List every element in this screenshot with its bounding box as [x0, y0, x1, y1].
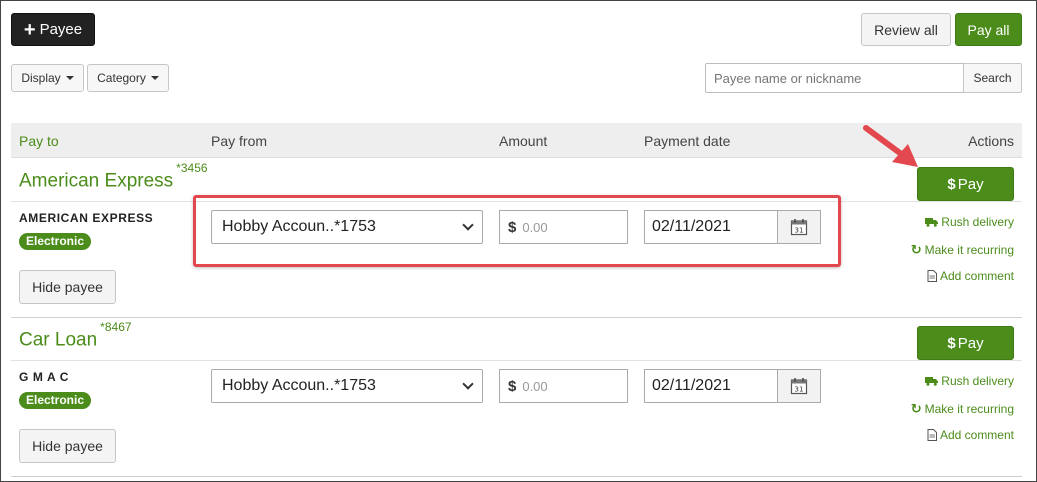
header-actions: Actions: [968, 133, 1014, 149]
rush-delivery-link[interactable]: Rush delivery: [925, 374, 1014, 388]
electronic-badge: Electronic: [19, 392, 92, 409]
add-comment-link[interactable]: Add comment: [927, 428, 1014, 442]
calendar-icon: 31: [790, 378, 808, 395]
account-suffix: *3456: [176, 161, 208, 175]
dollar-icon: $: [947, 334, 956, 352]
hide-payee-button[interactable]: Hide payee: [19, 270, 116, 304]
add-payee-label: Payee: [39, 21, 83, 38]
currency-symbol: $: [508, 377, 517, 395]
payment-date-input[interactable]: 02/11/2021: [644, 369, 778, 403]
payee-name-text: American Express: [19, 170, 174, 192]
pay-from-value: Hobby Accoun..*1753: [222, 377, 376, 394]
display-label: Display: [21, 71, 61, 85]
refresh-icon: ↻: [910, 242, 922, 257]
caret-down-icon: [65, 76, 74, 80]
calendar-button[interactable]: 31: [777, 369, 821, 403]
add-payee-button[interactable]: + Payee: [11, 13, 95, 46]
electronic-badge: Electronic: [19, 233, 92, 250]
header-pay-to: Pay to: [19, 133, 59, 149]
rush-delivery-link[interactable]: Rush delivery: [925, 215, 1014, 229]
add-comment-label: Add comment: [939, 428, 1014, 442]
account-suffix: *8467: [100, 320, 132, 334]
pay-all-label: Pay all: [967, 21, 1010, 38]
category-dropdown[interactable]: Category: [87, 64, 169, 92]
amount-input[interactable]: $ 0.00: [499, 369, 628, 403]
payee-company: G M A C: [19, 370, 69, 384]
display-dropdown[interactable]: Display: [11, 64, 84, 92]
header-pay-from: Pay from: [211, 133, 268, 149]
payee-name-text: Car Loan: [19, 329, 98, 351]
payee-name[interactable]: American Express*3456: [19, 161, 208, 192]
payee-company: AMERICAN EXPRESS: [19, 211, 154, 225]
truck-icon: [925, 377, 939, 386]
dollar-icon: $: [947, 175, 956, 193]
payee-name[interactable]: Car Loan*8467: [19, 320, 132, 351]
hide-payee-label: Hide payee: [32, 279, 103, 295]
svg-text:31: 31: [795, 386, 804, 394]
pay-label: Pay: [957, 334, 984, 352]
payee-separator: [11, 317, 1022, 318]
pay-label: Pay: [957, 175, 984, 193]
refresh-icon: ↻: [910, 401, 922, 416]
payment-date-value: 02/11/2021: [652, 377, 731, 394]
pay-button[interactable]: $ Pay: [917, 167, 1014, 201]
make-recurring-label: Make it recurring: [924, 243, 1014, 257]
review-all-button[interactable]: Review all: [861, 13, 951, 46]
pay-from-select[interactable]: Hobby Accoun..*1753: [211, 369, 483, 403]
add-comment-label: Add comment: [939, 269, 1014, 283]
amount-placeholder: 0.00: [522, 378, 548, 394]
plus-icon: +: [23, 18, 36, 41]
chevron-down-icon: [462, 378, 474, 390]
make-recurring-link[interactable]: ↻ Make it recurring: [911, 242, 1014, 258]
category-label: Category: [97, 71, 146, 85]
pay-all-button[interactable]: Pay all: [955, 13, 1022, 46]
add-comment-link[interactable]: Add comment: [927, 269, 1014, 283]
payee-search-input[interactable]: [705, 63, 964, 93]
header-payment-date: Payment date: [644, 133, 731, 149]
rush-delivery-label: Rush delivery: [941, 374, 1014, 388]
hide-payee-button[interactable]: Hide payee: [19, 429, 116, 463]
document-icon: [927, 270, 937, 282]
search-button[interactable]: Search: [963, 63, 1022, 93]
row-divider: [11, 360, 1022, 361]
caret-down-icon: [150, 76, 159, 80]
make-recurring-label: Make it recurring: [924, 402, 1014, 416]
search-label: Search: [973, 71, 1012, 85]
make-recurring-link[interactable]: ↻ Make it recurring: [911, 401, 1014, 417]
truck-icon: [925, 218, 939, 227]
document-icon: [927, 429, 937, 441]
highlight-box: [193, 195, 841, 267]
payee-separator: [11, 476, 1022, 477]
pay-button[interactable]: $ Pay: [917, 326, 1014, 360]
review-all-label: Review all: [874, 21, 938, 38]
annotation-arrow-icon: [863, 125, 918, 167]
hide-payee-label: Hide payee: [32, 438, 103, 454]
header-amount: Amount: [499, 133, 548, 149]
rush-delivery-label: Rush delivery: [941, 215, 1014, 229]
